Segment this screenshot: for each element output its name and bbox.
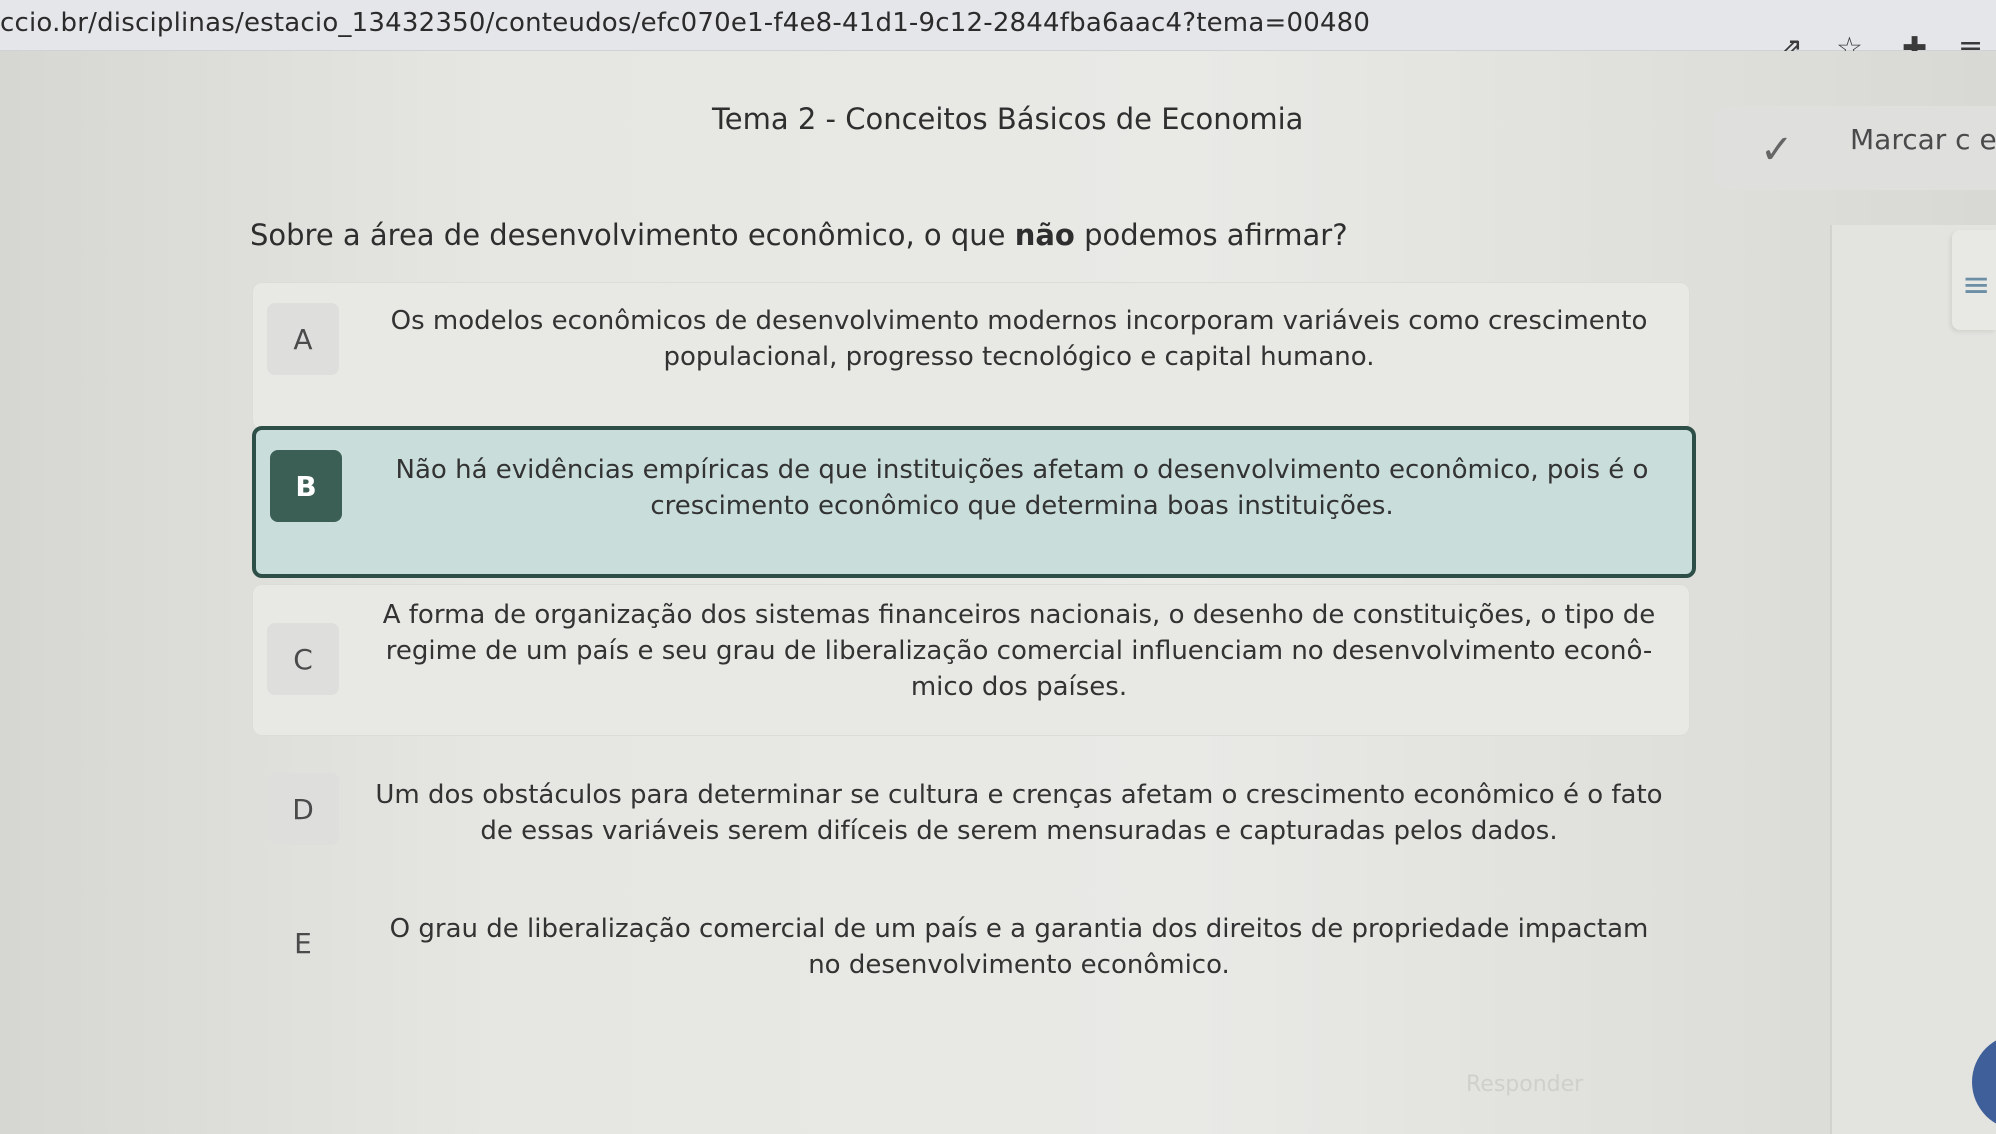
option-letter: A xyxy=(267,303,339,375)
option-text: Não há evidências empíricas de que insti… xyxy=(395,455,1649,521)
question-text-end: podemos afirmar? xyxy=(1074,218,1348,252)
option-e[interactable]: E O grau de liberalização comercial de u… xyxy=(252,896,1690,1002)
option-b[interactable]: B Não há evidências empíricas de que ins… xyxy=(252,426,1696,578)
respond-button[interactable]: Responder xyxy=(1466,1072,1583,1097)
option-letter: E xyxy=(294,926,312,960)
hamburger-menu-icon[interactable]: ≡ xyxy=(1962,268,1992,302)
question-text: Sobre a área de desenvolvimento econômic… xyxy=(250,218,1348,252)
question-text-emphasis: não xyxy=(1014,218,1075,252)
question-text-start: Sobre a área de desenvolvimento econômic… xyxy=(250,218,1015,252)
option-text: Os modelos econômicos de desenvolvimento… xyxy=(390,306,1648,372)
option-c[interactable]: C A forma de organização dos sistemas fi… xyxy=(252,584,1690,736)
option-text: Um dos obstáculos para determinar se cul… xyxy=(375,780,1663,846)
checkmark-icon: ✓ xyxy=(1760,127,1794,173)
option-text: O grau de liberalização comercial de um … xyxy=(389,914,1649,980)
option-d[interactable]: D Um dos obstáculos para determinar se c… xyxy=(252,760,1690,880)
option-letter: C xyxy=(267,623,339,695)
option-a[interactable]: A Os modelos econômicos de desenvolvimen… xyxy=(252,282,1690,430)
option-text: A forma de organização dos sistemas fina… xyxy=(382,600,1656,702)
option-letter: B xyxy=(270,450,342,522)
side-panel xyxy=(1830,225,1996,1134)
mark-studied-label: Marcar c estudado ( xyxy=(1850,124,1996,156)
browser-toolbar: ccio.br/disciplinas/estacio_13432350/con… xyxy=(0,0,1996,64)
address-bar[interactable]: ccio.br/disciplinas/estacio_13432350/con… xyxy=(0,8,1370,38)
option-letter: D xyxy=(267,773,339,845)
page-title: Tema 2 - Conceitos Básicos de Economia xyxy=(712,102,1304,136)
